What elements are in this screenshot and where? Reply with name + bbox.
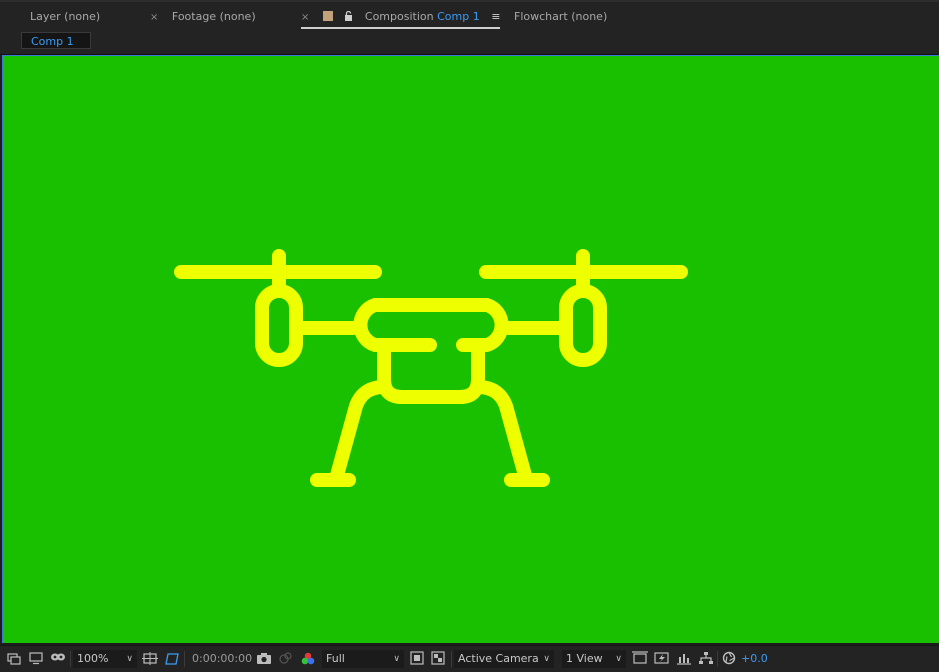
timeline-icon[interactable]	[676, 651, 692, 667]
tab-flowchart[interactable]: Flowchart (none)	[514, 9, 607, 25]
tab-footage[interactable]: × Footage (none)	[150, 9, 256, 25]
magnification-dropdown[interactable]: 100% ∨	[73, 650, 137, 668]
tab-footage-value: (none)	[219, 10, 256, 23]
tab-flowchart-value: (none)	[571, 10, 608, 23]
tab-composition-label: Composition	[364, 10, 434, 23]
drone-body	[353, 298, 509, 352]
monitor-icon[interactable]	[29, 651, 45, 667]
panel-menu-icon[interactable]: ≡	[491, 10, 500, 23]
close-icon[interactable]: ×	[150, 12, 158, 23]
viewer-toolbar: 100% ∨ 0:00:00:00 Full ∨ Active Camera ∨…	[0, 645, 939, 672]
pixel-aspect-icon[interactable]	[632, 651, 648, 667]
chevron-down-icon: ∨	[543, 654, 550, 664]
fast-preview-icon[interactable]	[654, 651, 670, 667]
view-layout-dropdown[interactable]: 1 View ∨	[562, 650, 626, 668]
toolbar-separator	[70, 651, 71, 667]
right-leg	[471, 380, 533, 486]
mask-icon[interactable]	[50, 651, 66, 667]
color-channels-icon[interactable]	[300, 651, 316, 667]
region-of-interest-icon[interactable]	[164, 651, 180, 667]
composition-viewer[interactable]	[2, 55, 939, 643]
current-time-display[interactable]: 0:00:00:00	[192, 650, 252, 668]
chevron-down-icon: ∨	[615, 654, 622, 664]
tab-layer-label: Layer	[30, 10, 61, 23]
toolbar-separator	[717, 651, 718, 667]
lock-icon[interactable]	[344, 10, 353, 26]
flowchart-icon[interactable]	[698, 651, 714, 667]
panel-tab-bar: Layer (none) × Footage (none) × Composit…	[0, 0, 939, 30]
exposure-value[interactable]: +0.0	[741, 650, 768, 668]
camera-value: Active Camera	[458, 652, 539, 665]
toolbar-separator	[184, 651, 185, 667]
tab-layer-value: (none)	[64, 10, 101, 23]
resolution-dropdown[interactable]: Full ∨	[322, 650, 404, 668]
tab-layer[interactable]: Layer (none)	[30, 9, 100, 25]
show-snapshot-icon[interactable]	[278, 651, 294, 667]
safe-zones-icon[interactable]	[142, 651, 158, 667]
comp-navigator-chip[interactable]: Comp 1	[21, 32, 91, 49]
drone-artwork	[174, 249, 688, 487]
transparency-grid-icon[interactable]	[431, 651, 447, 667]
magnification-value: 100%	[77, 652, 109, 665]
tab-flowchart-label: Flowchart	[514, 10, 568, 23]
tab-footage-label: Footage	[171, 10, 217, 23]
composition-navigator-bar: Comp 1	[0, 30, 939, 55]
chevron-down-icon: ∨	[393, 654, 400, 664]
tab-composition[interactable]: × Composition Comp 1 ≡	[301, 9, 501, 29]
always-preview-icon[interactable]	[7, 651, 23, 667]
chevron-down-icon: ∨	[126, 654, 133, 664]
camera-pod	[377, 341, 485, 404]
snapshot-icon[interactable]	[256, 651, 272, 667]
resolution-value: Full	[326, 652, 345, 665]
close-icon[interactable]: ×	[301, 12, 309, 23]
tab-composition-value: Comp 1	[437, 10, 480, 23]
view-layout-value: 1 View	[566, 652, 603, 665]
label-color-swatch[interactable]	[322, 11, 333, 21]
camera-dropdown[interactable]: Active Camera ∨	[454, 650, 554, 668]
fit-to-frame-icon[interactable]	[410, 651, 426, 667]
reset-exposure-icon[interactable]	[722, 651, 738, 667]
left-leg	[329, 380, 391, 486]
toolbar-separator	[451, 651, 452, 667]
